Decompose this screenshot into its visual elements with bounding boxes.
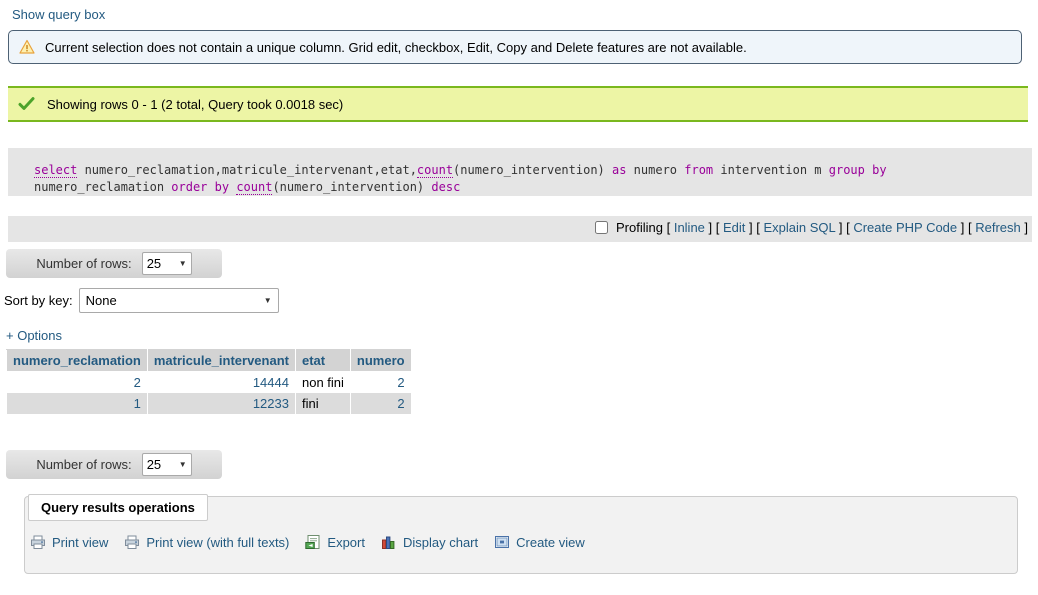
query-results-operations-legend: Query results operations [28, 494, 208, 521]
number-of-rows-select-bottom[interactable]: 25 ▼ [141, 453, 192, 476]
cell-numero_reclamation: 1 [6, 393, 148, 414]
green-check-icon [18, 96, 35, 112]
options-toggle-link[interactable]: + Options [6, 328, 62, 343]
number-of-rows-label: Number of rows: [36, 457, 132, 472]
query-results-table: numero_reclamation matricule_intervenant e… [6, 349, 412, 414]
sort-by-key-label: Sort by key: [4, 293, 73, 308]
create-view-icon [494, 534, 510, 550]
success-text: Showing rows 0 - 1 (2 total, Query took … [47, 96, 344, 112]
printer-icon [30, 534, 46, 550]
column-header-etat[interactable]: etat [294, 349, 351, 372]
cell-numero_reclamation: 2 [6, 371, 148, 393]
cell-matricule_intervenant: 12233 [146, 393, 296, 414]
chevron-down-icon: ▼ [178, 459, 187, 469]
column-header-numero_reclamation[interactable]: numero_reclamation [6, 349, 148, 372]
notice-box: Current selection does not contain a uni… [8, 30, 1022, 64]
sql-actions-bar: Profiling [ Inline ] [ Edit ] [ Explain … [8, 216, 1032, 242]
export-icon [305, 534, 321, 550]
operation-label: Print view (with full texts) [146, 534, 290, 550]
sql-query-text[interactable]: select numero_reclamation,matricule_inte… [22, 162, 1018, 196]
notice-text: Current selection does not contain a uni… [45, 39, 747, 55]
cell-matricule_intervenant: 14444 [146, 371, 296, 393]
sql-query-box: select numero_reclamation,matricule_inte… [8, 148, 1032, 196]
bar-chart-icon [381, 534, 397, 550]
table-header-row: numero_reclamation matricule_intervenant e… [6, 349, 412, 372]
operation-label: Print view [52, 534, 109, 550]
profiling-label: Profiling [616, 220, 663, 235]
sort-by-key-value: None [85, 293, 117, 308]
sql-action-refresh[interactable]: Refresh [975, 220, 1021, 235]
table-row: 1 12233 fini 2 [6, 393, 412, 414]
number-of-rows-label: Number of rows: [36, 256, 132, 271]
number-of-rows-bar-top: Number of rows: 25 ▼ [6, 249, 222, 278]
column-header-numero[interactable]: numero [349, 349, 412, 372]
sql-action-explain-sql[interactable]: Explain SQL [763, 220, 835, 235]
operation-label: Create view [516, 534, 585, 550]
cell-etat: non fini [294, 371, 351, 393]
operation-create-view[interactable]: Create view [494, 534, 585, 550]
operation-print-view[interactable]: Print view [30, 534, 108, 550]
query-results-operations-items: Print view Print view (with full texts) Ex… [30, 534, 593, 550]
sort-by-key-select[interactable]: None ▼ [78, 288, 279, 313]
chevron-down-icon: ▼ [263, 295, 272, 305]
table-row: 2 14444 non fini 2 [6, 371, 412, 393]
sort-by-key-row: Sort by key: None ▼ [4, 288, 279, 313]
number-of-rows-value: 25 [146, 457, 162, 472]
chevron-down-icon: ▼ [178, 258, 187, 268]
cell-numero: 2 [349, 393, 412, 414]
profiling-checkbox[interactable] [595, 221, 609, 234]
cell-etat: fini [294, 393, 351, 414]
printer-icon [124, 534, 140, 550]
phpmyadmin-results-page: Show query box Current selection does no… [0, 0, 1038, 595]
column-header-matricule_intervenant[interactable]: matricule_intervenant [146, 349, 296, 372]
number-of-rows-select-top[interactable]: 25 ▼ [141, 252, 192, 275]
sql-action-edit[interactable]: Edit [723, 220, 745, 235]
operation-display-chart[interactable]: Display chart [381, 534, 478, 550]
cell-numero: 2 [349, 371, 412, 393]
show-query-box-link[interactable]: Show query box [12, 7, 105, 22]
success-box: Showing rows 0 - 1 (2 total, Query took … [8, 86, 1028, 122]
sql-action-links: [ Inline ] [ Edit ] [ Explain SQL ] [ Cr… [666, 220, 1028, 235]
warning-triangle-icon [19, 39, 35, 55]
operation-label: Export [327, 534, 365, 550]
operation-print-view-with-full-texts[interactable]: Print view (with full texts) [124, 534, 289, 550]
table-body: 2 14444 non fini 2 1 12233 fini 2 [6, 371, 412, 414]
operation-label: Display chart [402, 534, 479, 550]
operation-export[interactable]: Export [305, 534, 365, 550]
number-of-rows-bar-bottom: Number of rows: 25 ▼ [6, 450, 222, 479]
sql-action-inline[interactable]: Inline [674, 220, 705, 235]
number-of-rows-value: 25 [146, 256, 162, 271]
sql-action-create-php-code[interactable]: Create PHP Code [853, 220, 957, 235]
